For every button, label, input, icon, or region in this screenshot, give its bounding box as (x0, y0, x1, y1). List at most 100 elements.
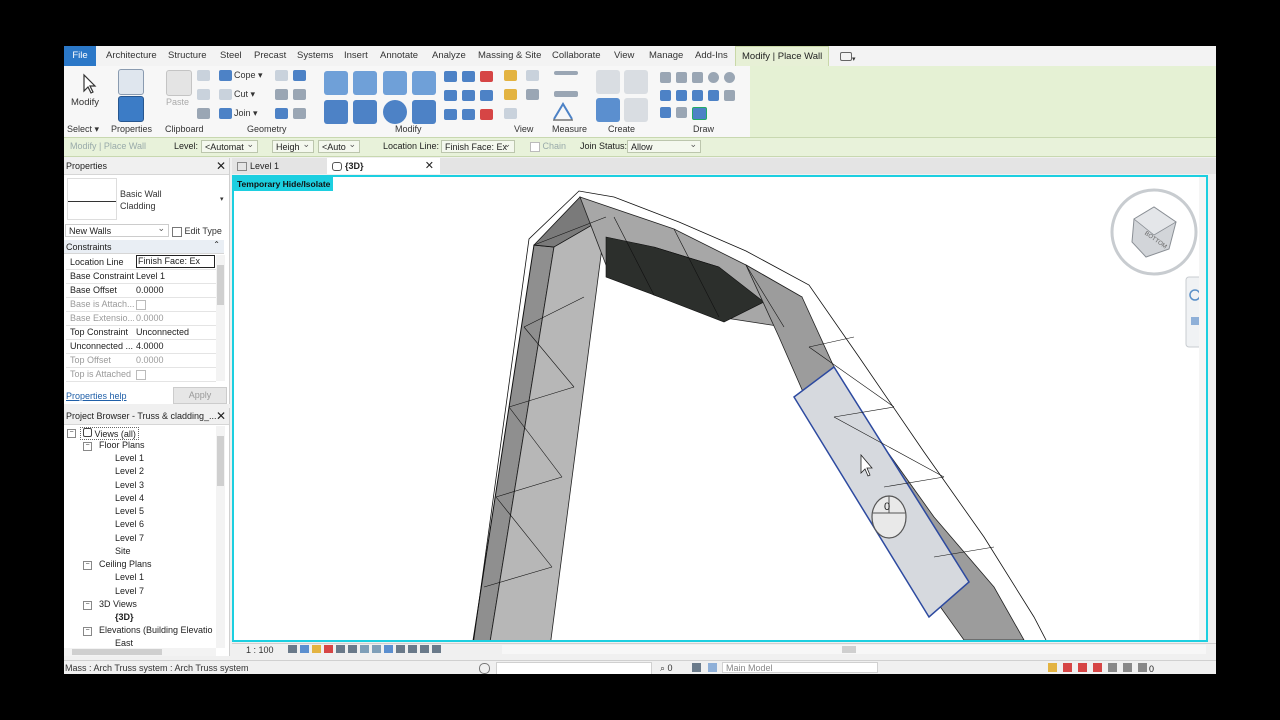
type-selector-arrow[interactable]: ▾ (220, 195, 224, 203)
constraints-section-header[interactable]: Constraints ⌃ (64, 240, 224, 254)
align-icon[interactable] (324, 71, 348, 95)
prop-row-unconnected-height[interactable]: Unconnected ... 4.0000 (66, 339, 216, 354)
ellipse-icon[interactable] (724, 90, 735, 101)
viewcube-icon[interactable]: BOTTOM (1110, 188, 1198, 276)
selection-filter-icons[interactable]: 0 (1048, 663, 1198, 674)
tab-collaborate[interactable]: Collaborate (552, 46, 601, 66)
tab-level-1[interactable]: Level 1 (232, 158, 330, 174)
chain-checkbox[interactable] (530, 141, 540, 152)
mirror-draw-icon[interactable] (412, 71, 436, 95)
join-status-dropdown[interactable]: Allow (627, 140, 701, 153)
join-icon[interactable] (219, 108, 232, 119)
active-design-option-dropdown[interactable]: Main Model (722, 662, 878, 673)
close-icon[interactable]: ✕ (216, 159, 226, 173)
cut-geometry-label[interactable]: Cut ▾ (234, 89, 255, 100)
design-option-set-icon[interactable] (708, 663, 717, 672)
tab-systems[interactable]: Systems (297, 46, 333, 66)
properties-scrollbar[interactable] (216, 255, 225, 381)
instance-filter-dropdown[interactable]: New Walls (65, 224, 169, 237)
tree-floor-level-2[interactable]: Level 2 (115, 466, 144, 476)
tab-insert[interactable]: Insert (344, 46, 368, 66)
tab-annotate[interactable]: Annotate (380, 46, 418, 66)
delete-icon[interactable] (480, 109, 493, 120)
viewport-hscrollbar[interactable] (502, 645, 1206, 654)
properties-scroll-thumb[interactable] (217, 265, 224, 305)
geometry-tool-4-icon[interactable] (293, 89, 306, 100)
collapse-3d-views-icon[interactable]: − (83, 601, 92, 610)
collapse-ceiling-plans-icon[interactable]: − (83, 561, 92, 570)
arc-tangent-icon[interactable] (692, 90, 703, 101)
join-label[interactable]: Join ▾ (234, 108, 258, 119)
prop-row-location-line[interactable]: Location Line Finish Face: Ex (66, 255, 216, 270)
top-constraint-dropdown[interactable]: <Auto (318, 140, 360, 153)
apply-button[interactable]: Apply (173, 387, 227, 404)
cope-icon[interactable] (219, 70, 232, 81)
tree-floor-plans[interactable]: Floor Plans (99, 440, 145, 450)
tree-floor-level-1[interactable]: Level 1 (115, 453, 144, 463)
viewport-vscrollbar[interactable] (1199, 177, 1206, 640)
tree-views-all[interactable]: Views (all) (80, 427, 139, 440)
cut-clip-icon[interactable] (197, 70, 210, 81)
workset-dropdown[interactable] (496, 662, 652, 674)
panel-toggle-icon[interactable]: ▾ (840, 46, 864, 66)
tree-floor-level-5[interactable]: Level 5 (115, 506, 144, 516)
measure-along-icon[interactable] (554, 91, 578, 97)
arch-truss-model[interactable]: 0 BOTTOM (234, 177, 1206, 640)
mirror-axis-icon[interactable] (383, 71, 407, 95)
line-draw-icon[interactable] (660, 72, 671, 83)
cursor-arrow-icon[interactable] (78, 72, 102, 96)
create-assembly-icon[interactable] (624, 98, 648, 122)
dimension-icon[interactable] (551, 99, 575, 123)
geometry-tool-2-icon[interactable] (293, 70, 306, 81)
copy-clip-icon[interactable] (197, 89, 210, 100)
close-icon[interactable]: ✕ (216, 409, 226, 423)
collapse-floor-plans-icon[interactable]: − (83, 442, 92, 451)
offset-icon[interactable] (353, 71, 377, 95)
scale-icon[interactable] (462, 90, 475, 101)
trim-extend-icon[interactable] (412, 100, 436, 124)
create-part-icon[interactable] (596, 70, 620, 94)
view-tool-2-icon[interactable] (526, 70, 539, 81)
unpin-icon[interactable] (480, 71, 493, 82)
browser-scroll-thumb[interactable] (217, 436, 224, 486)
spline-icon[interactable] (660, 107, 671, 118)
paste-icon[interactable] (166, 70, 192, 96)
prop-row-base-constraint[interactable]: Base Constraint Level 1 (66, 269, 216, 284)
location-line-dropdown[interactable]: Finish Face: Ex (441, 140, 515, 153)
tab-manage[interactable]: Manage (649, 46, 683, 66)
collapse-views-icon[interactable]: − (67, 429, 76, 438)
move-icon[interactable] (324, 100, 348, 124)
design-options-icon[interactable] (692, 663, 701, 672)
tree-3d-default[interactable]: {3D} (115, 612, 134, 622)
view-scale[interactable]: 1 : 100 (246, 645, 274, 655)
trim-multiple-icon[interactable] (444, 109, 457, 120)
hide-element-icon[interactable] (504, 70, 517, 81)
cope-label[interactable]: Cope ▾ (234, 70, 263, 81)
rotate-icon[interactable] (383, 100, 407, 124)
linework-icon[interactable] (504, 108, 517, 119)
view-tool-4-icon[interactable] (526, 89, 539, 100)
tab-precast[interactable]: Precast (254, 46, 286, 66)
properties-help-link[interactable]: Properties help (66, 391, 127, 401)
panel-select[interactable]: Select ▾ (67, 124, 99, 135)
prop-row-top-constraint[interactable]: Top Constraint Unconnected (66, 325, 216, 340)
create-group-icon[interactable] (596, 98, 620, 122)
create-similar-icon[interactable] (624, 70, 648, 94)
split-icon[interactable] (444, 71, 457, 82)
pick-faces-icon[interactable] (692, 107, 707, 120)
split-gap-icon[interactable] (462, 71, 475, 82)
view-control-icons[interactable] (288, 645, 503, 654)
3d-viewport[interactable]: Temporary Hide/Isolate 0 BOTTOM (232, 175, 1208, 642)
worksets-icon[interactable] (479, 663, 490, 674)
chain-option[interactable]: Chain (530, 141, 566, 152)
tab-add-ins[interactable]: Add-Ins (695, 46, 728, 66)
edit-type-button[interactable]: Edit Type (172, 226, 222, 237)
tab-modify-place-wall[interactable]: Modify | Place Wall (735, 46, 830, 66)
modify-button-label[interactable]: Modify (71, 97, 99, 108)
geometry-tool-1-icon[interactable] (275, 70, 288, 81)
properties-palette-icon[interactable] (118, 96, 144, 122)
tree-ceiling-level-1[interactable]: Level 1 (115, 572, 144, 582)
cut-geometry-icon[interactable] (219, 89, 232, 100)
tree-floor-level-4[interactable]: Level 4 (115, 493, 144, 503)
height-dropdown[interactable]: Heigh (272, 140, 314, 153)
